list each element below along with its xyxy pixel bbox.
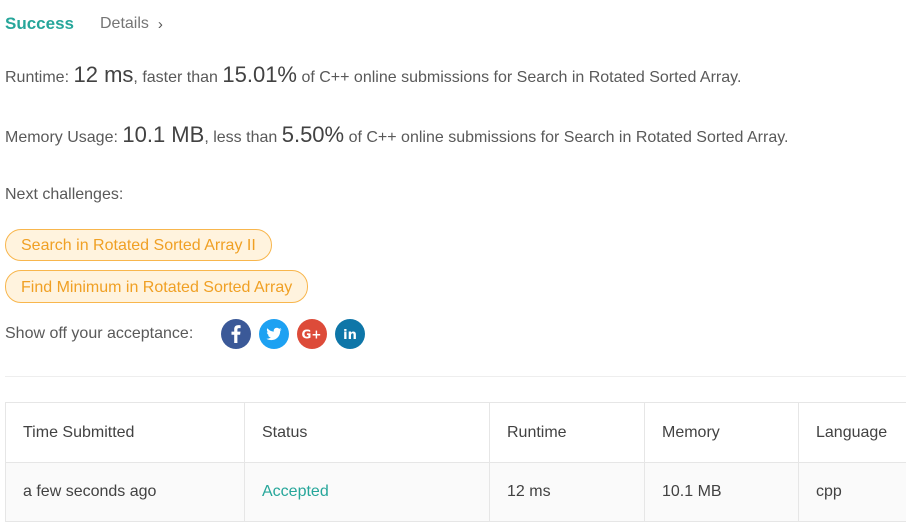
submissions-table: Time Submitted Status Runtime Memory Lan… (5, 402, 906, 522)
status-accepted-link[interactable]: Accepted (262, 483, 329, 500)
next-challenges-label: Next challenges: (5, 186, 123, 204)
result-header: Success Details › (5, 13, 163, 35)
memory-suffix: of C++ online submissions for Search in … (349, 129, 789, 147)
svg-text:G+: G+ (302, 328, 322, 342)
table-row: a few seconds ago Accepted 12 ms 10.1 MB… (6, 463, 906, 522)
memory-stat: Memory Usage: 10.1 MB, less than 5.50% o… (5, 122, 789, 148)
chevron-right-icon: › (158, 17, 163, 32)
details-link[interactable]: Details › (100, 15, 163, 33)
share-row: Show off your acceptance: G+ in (5, 318, 373, 350)
runtime-comparison: faster than (142, 69, 218, 87)
memory-value: 10.1 MB (122, 122, 204, 148)
column-header-status: Status (245, 403, 490, 463)
column-header-time: Time Submitted (6, 403, 245, 463)
challenge-search-rotated-ii[interactable]: Search in Rotated Sorted Array II (5, 229, 272, 261)
runtime-value: 12 ms (73, 62, 133, 88)
cell-memory: 10.1 MB (645, 463, 799, 522)
memory-percent: 5.50% (282, 122, 344, 148)
facebook-icon[interactable] (221, 319, 251, 349)
runtime-percent: 15.01% (222, 62, 297, 88)
cell-status: Accepted (245, 463, 490, 522)
column-header-runtime: Runtime (490, 403, 645, 463)
column-header-memory: Memory (645, 403, 799, 463)
svg-text:in: in (343, 328, 357, 343)
linkedin-icon[interactable]: in (335, 319, 365, 349)
runtime-stat: Runtime: 12 ms, faster than 15.01% of C+… (5, 62, 741, 88)
cell-language: cpp (799, 463, 906, 522)
memory-label: Memory Usage: (5, 129, 118, 147)
twitter-icon[interactable] (259, 319, 289, 349)
share-label: Show off your acceptance: (5, 325, 193, 343)
section-divider (5, 376, 906, 377)
cell-runtime: 12 ms (490, 463, 645, 522)
status-title: Success (5, 14, 74, 34)
table-header-row: Time Submitted Status Runtime Memory Lan… (6, 403, 906, 463)
google-plus-icon[interactable]: G+ (297, 319, 327, 349)
cell-time-submitted: a few seconds ago (6, 463, 245, 522)
challenge-find-minimum-rotated[interactable]: Find Minimum in Rotated Sorted Array (5, 270, 308, 303)
details-label: Details (100, 15, 149, 33)
memory-comparison: less than (213, 129, 277, 147)
column-header-language: Language (799, 403, 906, 463)
runtime-label: Runtime: (5, 69, 69, 87)
runtime-suffix: of C++ online submissions for Search in … (301, 69, 741, 87)
